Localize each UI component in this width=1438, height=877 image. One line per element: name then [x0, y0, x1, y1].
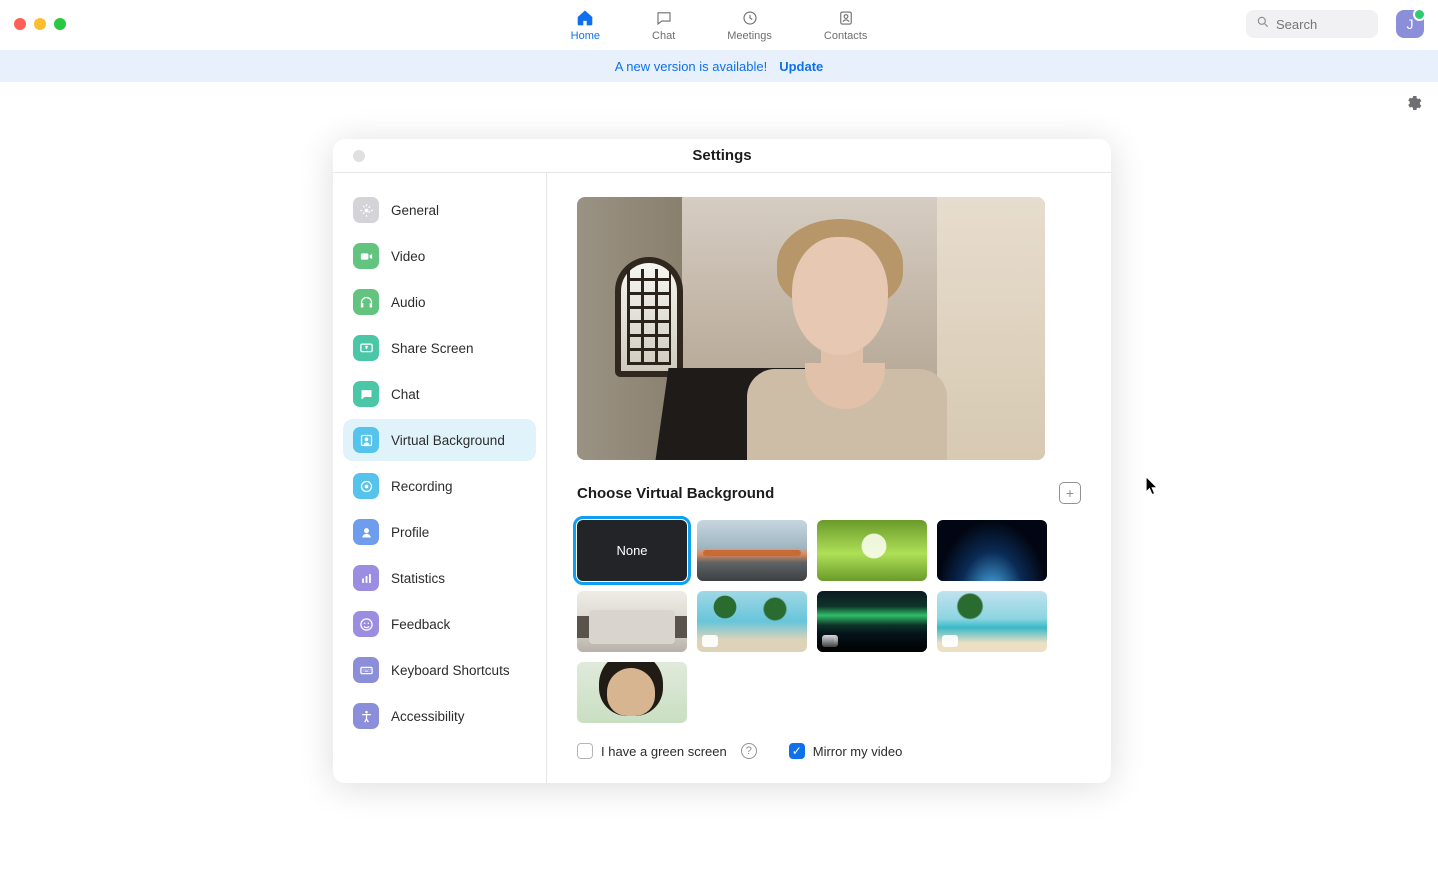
nav-tabs: Home Chat Meetings Contacts — [565, 4, 874, 46]
sidebar-label: Video — [391, 249, 425, 264]
sidebar-label: Profile — [391, 525, 429, 540]
bg-grass[interactable] — [817, 520, 927, 581]
update-banner: A new version is available! Update — [0, 50, 1438, 82]
contacts-icon — [836, 8, 856, 28]
search-icon — [1256, 15, 1270, 34]
keyboard-icon — [353, 657, 379, 683]
nav-label: Meetings — [727, 30, 772, 42]
top-nav: Home Chat Meetings Contacts J — [0, 0, 1438, 50]
settings-pane: Choose Virtual Background + None — [547, 173, 1111, 783]
sidebar-statistics[interactable]: Statistics — [343, 557, 536, 599]
video-icon — [353, 243, 379, 269]
sidebar-label: Keyboard Shortcuts — [391, 663, 510, 678]
bg-aurora[interactable] — [817, 591, 927, 652]
bar-chart-icon — [353, 565, 379, 591]
home-icon — [575, 8, 595, 28]
video-badge-icon — [822, 635, 838, 647]
modal-header: Settings — [333, 139, 1111, 173]
checkbox-label: Mirror my video — [813, 744, 903, 759]
chat-icon — [353, 381, 379, 407]
bg-kitchen[interactable] — [577, 591, 687, 652]
cursor-icon — [1145, 476, 1159, 496]
bg-custom-portrait[interactable] — [577, 662, 687, 723]
nav-label: Contacts — [824, 30, 867, 42]
sidebar-chat[interactable]: Chat — [343, 373, 536, 415]
sidebar-label: Chat — [391, 387, 420, 402]
plus-icon: + — [1066, 486, 1074, 500]
banner-message: A new version is available! — [615, 59, 767, 74]
screen-icon — [353, 335, 379, 361]
portrait-icon — [353, 427, 379, 453]
sidebar-accessibility[interactable]: Accessibility — [343, 695, 536, 737]
mirror-video-checkbox[interactable]: ✓ Mirror my video — [789, 743, 903, 759]
help-icon[interactable]: ? — [741, 743, 757, 759]
sidebar-profile[interactable]: Profile — [343, 511, 536, 553]
sidebar-label: Feedback — [391, 617, 450, 632]
sidebar-virtual-background[interactable]: Virtual Background — [343, 419, 536, 461]
sidebar-share-screen[interactable]: Share Screen — [343, 327, 536, 369]
green-screen-checkbox[interactable]: I have a green screen ? — [577, 743, 757, 759]
avatar-initial: J — [1407, 16, 1414, 32]
sidebar-label: Accessibility — [391, 709, 465, 724]
sidebar-general[interactable]: General — [343, 189, 536, 231]
bg-palm-beach[interactable] — [697, 591, 807, 652]
accessibility-icon — [353, 703, 379, 729]
clock-icon — [740, 8, 760, 28]
bg-none[interactable]: None — [577, 520, 687, 581]
nav-chat[interactable]: Chat — [646, 4, 681, 46]
sidebar-recording[interactable]: Recording — [343, 465, 536, 507]
sidebar-label: Statistics — [391, 571, 445, 586]
modal-close[interactable] — [353, 150, 365, 162]
settings-modal: Settings General Video Audio Share Scree… — [333, 139, 1111, 783]
sidebar-video[interactable]: Video — [343, 235, 536, 277]
search-input[interactable] — [1276, 17, 1366, 32]
sidebar-audio[interactable]: Audio — [343, 281, 536, 323]
smile-icon — [353, 611, 379, 637]
modal-title: Settings — [692, 147, 751, 164]
video-preview — [577, 197, 1045, 460]
nav-contacts[interactable]: Contacts — [818, 4, 873, 46]
checkbox-label: I have a green screen — [601, 744, 727, 759]
sidebar-label: Share Screen — [391, 341, 474, 356]
sidebar-label: Recording — [391, 479, 453, 494]
nav-label: Home — [571, 30, 600, 42]
record-icon — [353, 473, 379, 499]
search-box[interactable] — [1246, 10, 1378, 38]
settings-gear-icon[interactable] — [1406, 95, 1422, 116]
sidebar-feedback[interactable]: Feedback — [343, 603, 536, 645]
gear-icon — [353, 197, 379, 223]
avatar[interactable]: J — [1396, 10, 1424, 38]
bg-label: None — [616, 543, 647, 558]
bg-bridge[interactable] — [697, 520, 807, 581]
bg-tropical-beach[interactable] — [937, 591, 1047, 652]
nav-home[interactable]: Home — [565, 4, 606, 46]
nav-label: Chat — [652, 30, 675, 42]
settings-sidebar: General Video Audio Share Screen Chat Vi… — [333, 173, 547, 783]
user-icon — [353, 519, 379, 545]
sidebar-label: General — [391, 203, 439, 218]
section-title: Choose Virtual Background — [577, 485, 774, 502]
headphones-icon — [353, 289, 379, 315]
checkbox-box — [577, 743, 593, 759]
background-grid: None — [577, 520, 1081, 723]
checkbox-box: ✓ — [789, 743, 805, 759]
chat-icon — [654, 8, 674, 28]
options-row: I have a green screen ? ✓ Mirror my vide… — [577, 743, 1081, 759]
video-badge-icon — [702, 635, 718, 647]
video-badge-icon — [942, 635, 958, 647]
bg-space[interactable] — [937, 520, 1047, 581]
sidebar-label: Audio — [391, 295, 426, 310]
add-background-button[interactable]: + — [1059, 482, 1081, 504]
nav-meetings[interactable]: Meetings — [721, 4, 778, 46]
update-button[interactable]: Update — [779, 59, 823, 74]
sidebar-label: Virtual Background — [391, 433, 505, 448]
sidebar-keyboard-shortcuts[interactable]: Keyboard Shortcuts — [343, 649, 536, 691]
